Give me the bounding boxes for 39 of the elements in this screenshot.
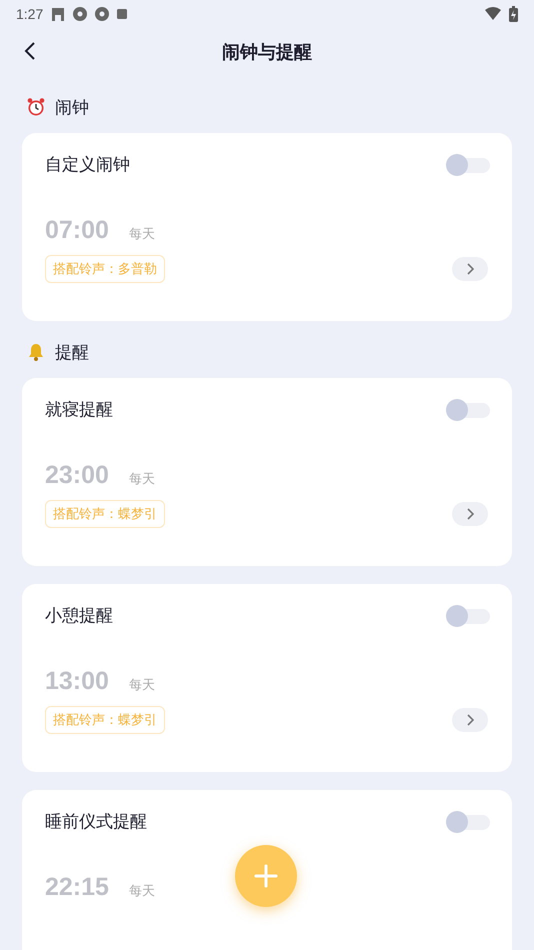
time-text: 23:00 xyxy=(45,461,109,490)
plus-icon xyxy=(254,864,278,888)
chevron-right-icon xyxy=(466,508,474,520)
ringtone-tag[interactable]: 搭配铃声：多普勒 xyxy=(45,255,165,283)
ringtone-tag[interactable]: 搭配铃声：蝶梦引 xyxy=(45,500,165,528)
wifi-icon xyxy=(485,7,501,21)
time-text: 22:15 xyxy=(45,873,109,902)
bell-icon xyxy=(26,342,46,362)
chevron-right-icon xyxy=(466,714,474,726)
repeat-text: 每天 xyxy=(128,677,155,694)
toggle-switch[interactable] xyxy=(446,604,490,626)
battery-icon xyxy=(509,6,518,22)
back-icon xyxy=(24,40,36,60)
repeat-text: 每天 xyxy=(128,471,155,488)
status-time: 1:27 xyxy=(16,6,44,22)
alarm-clock-icon xyxy=(26,97,46,117)
card-title: 小憩提醒 xyxy=(45,605,113,627)
section-title: 提醒 xyxy=(55,342,89,364)
notification-icon xyxy=(51,6,66,22)
repeat-text: 每天 xyxy=(128,883,155,900)
toggle-switch[interactable] xyxy=(446,154,490,176)
chevron-button[interactable] xyxy=(452,257,488,281)
repeat-text: 每天 xyxy=(128,226,155,243)
ringtone-tag[interactable]: 搭配铃声：蝶梦引 xyxy=(45,706,165,734)
card-title: 自定义闹钟 xyxy=(45,154,130,176)
chevron-button[interactable] xyxy=(452,708,488,732)
toggle-switch[interactable] xyxy=(446,398,490,420)
card-title: 就寝提醒 xyxy=(45,399,113,421)
time-text: 07:00 xyxy=(45,216,109,245)
toggle-switch[interactable] xyxy=(446,810,490,832)
card-title: 睡前仪式提醒 xyxy=(45,811,147,833)
chevron-right-icon xyxy=(466,263,474,275)
section-title: 闹钟 xyxy=(55,96,89,118)
notification-icon xyxy=(117,9,128,19)
notification-icon xyxy=(73,7,88,21)
chevron-button[interactable] xyxy=(452,502,488,526)
page-title: 闹钟与提醒 xyxy=(222,41,312,64)
notification-icon xyxy=(95,7,110,21)
time-text: 13:00 xyxy=(45,667,109,696)
